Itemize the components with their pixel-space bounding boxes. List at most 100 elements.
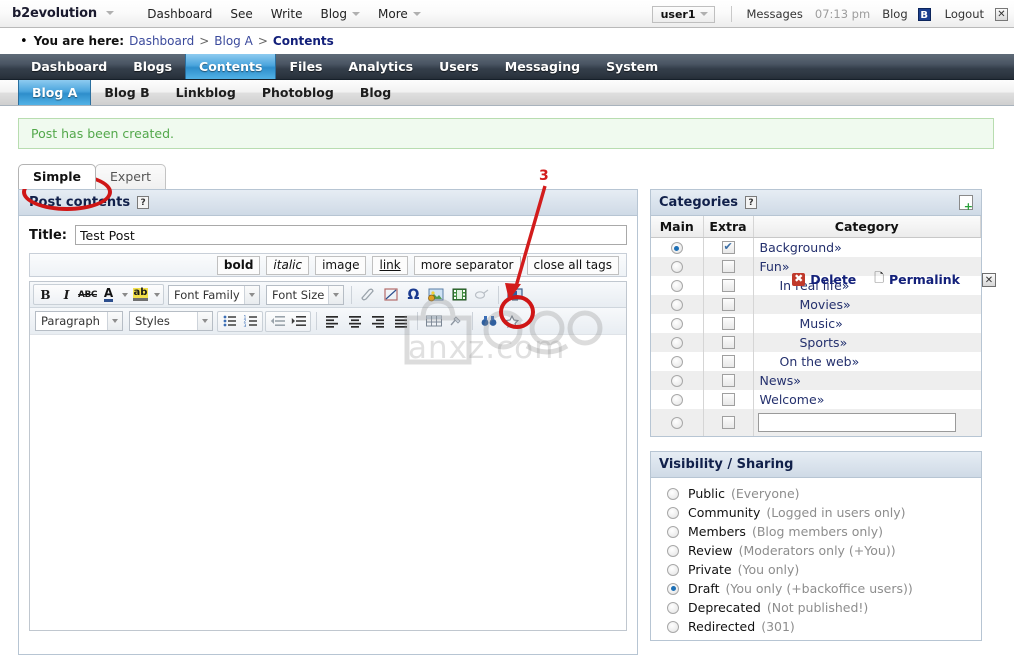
logout-link[interactable]: Logout <box>939 7 990 21</box>
visibility-option[interactable]: Public (Everyone) <box>651 484 981 503</box>
subnav-item-blog-b[interactable]: Blog B <box>91 80 162 105</box>
align-left-icon[interactable] <box>322 312 343 331</box>
b2evolution-badge-icon[interactable]: B <box>917 7 931 21</box>
tab-expert[interactable]: Expert <box>95 164 166 189</box>
remove-formatting-icon[interactable] <box>380 285 401 304</box>
visibility-option[interactable]: Review (Moderators only (+You)) <box>651 541 981 560</box>
new-category-icon[interactable] <box>959 195 973 212</box>
subnav-item-blog-a[interactable]: Blog A <box>18 80 92 105</box>
top-menu-item-see[interactable]: See <box>221 5 261 23</box>
category-expand-arrow-icon[interactable]: » <box>793 373 801 388</box>
nav-item-blogs[interactable]: Blogs <box>120 54 185 79</box>
align-justify-icon[interactable] <box>391 312 412 331</box>
subnav-item-linkblog[interactable]: Linkblog <box>163 80 249 105</box>
table-row[interactable]: Background» <box>651 237 981 257</box>
chevron-down-icon[interactable] <box>197 312 212 330</box>
visibility-radio[interactable] <box>667 620 679 633</box>
styles-select[interactable]: Styles <box>129 311 213 331</box>
quicktag-image[interactable]: image <box>315 255 367 275</box>
category-extra-checkbox[interactable] <box>721 374 735 387</box>
category-extra-checkbox[interactable] <box>721 336 735 349</box>
numbered-list-icon[interactable]: 123 <box>240 312 261 331</box>
table-row[interactable]: Welcome» <box>651 390 981 409</box>
visibility-option[interactable]: Redirected (301) <box>651 617 981 636</box>
close-x-icon[interactable]: ✕ <box>995 7 1008 21</box>
nav-item-analytics[interactable]: Analytics <box>336 54 427 79</box>
category-main-radio[interactable] <box>670 318 683 330</box>
nav-item-system[interactable]: System <box>593 54 671 79</box>
new-category-main-radio[interactable] <box>670 417 683 429</box>
category-link[interactable]: Music <box>800 316 836 331</box>
table-row[interactable]: News» <box>651 371 981 390</box>
category-extra-checkbox[interactable] <box>721 317 735 330</box>
new-category-row[interactable] <box>651 409 981 436</box>
category-expand-arrow-icon[interactable]: » <box>835 316 843 331</box>
binoculars-spellcheck-icon[interactable] <box>478 312 499 331</box>
visibility-option[interactable]: Members (Blog members only) <box>651 522 981 541</box>
strikethrough-button[interactable]: ABC <box>77 285 98 304</box>
backcolor-button[interactable]: ab <box>130 285 151 304</box>
table-row[interactable]: On the web» <box>651 352 981 371</box>
category-main-radio[interactable] <box>670 242 683 254</box>
category-main-radio[interactable] <box>670 280 683 292</box>
help-icon[interactable]: ? <box>137 196 150 209</box>
visibility-option[interactable]: Community (Logged in users only) <box>651 503 981 522</box>
messages-link[interactable]: Messages <box>740 7 808 21</box>
visibility-radio[interactable] <box>667 601 679 614</box>
category-extra-checkbox[interactable] <box>721 260 735 273</box>
category-main-radio[interactable] <box>670 337 683 349</box>
category-extra-checkbox[interactable] <box>721 393 735 406</box>
chevron-down-icon[interactable] <box>700 12 709 16</box>
brand-logo[interactable]: b2evolution <box>0 6 115 21</box>
chevron-down-icon[interactable] <box>244 285 259 304</box>
insert-nonbreaking-icon[interactable] <box>501 312 522 331</box>
top-menu-item-more[interactable]: More <box>369 5 430 23</box>
backcolor-chevron-down-icon[interactable] <box>151 285 162 304</box>
category-expand-arrow-icon[interactable]: » <box>852 354 860 369</box>
nav-item-contents[interactable]: Contents <box>185 54 277 79</box>
quicktag-link[interactable]: link <box>372 255 408 275</box>
indent-icon[interactable] <box>288 312 309 331</box>
category-main-radio[interactable] <box>670 356 683 368</box>
visibility-radio[interactable] <box>667 544 679 557</box>
blog-link[interactable]: Blog <box>876 7 913 21</box>
chevron-down-icon[interactable] <box>412 11 421 16</box>
subnav-item-blog[interactable]: Blog <box>347 80 404 105</box>
italic-button[interactable]: I <box>56 285 77 304</box>
bullet-list-icon[interactable] <box>219 312 240 331</box>
quicktag-more-separator[interactable]: more separator <box>413 255 521 275</box>
tab-simple[interactable]: Simple <box>18 164 97 189</box>
breadcrumb-item-blog-a[interactable]: Blog A <box>214 34 253 48</box>
new-category-input[interactable] <box>757 413 956 432</box>
editor-content-area[interactable] <box>30 334 626 630</box>
visibility-radio[interactable] <box>667 582 679 595</box>
visibility-option[interactable]: Draft (You only (+backoffice users)) <box>651 579 981 598</box>
insert-screen-icon[interactable] <box>504 285 525 304</box>
nav-item-users[interactable]: Users <box>426 54 492 79</box>
close-panel-icon[interactable]: ✕ <box>982 272 996 287</box>
nav-item-messaging[interactable]: Messaging <box>492 54 593 79</box>
forecolor-chevron-down-icon[interactable] <box>119 285 130 304</box>
category-link[interactable]: On the web <box>780 354 852 369</box>
category-main-radio[interactable] <box>670 394 683 406</box>
category-extra-checkbox[interactable] <box>721 279 735 292</box>
insert-image-icon[interactable] <box>426 285 447 304</box>
category-expand-arrow-icon[interactable]: » <box>817 392 825 407</box>
new-category-extra-checkbox[interactable] <box>721 416 735 429</box>
category-link[interactable]: News <box>760 373 794 388</box>
eraser-icon[interactable] <box>357 285 378 304</box>
omega-special-char-icon[interactable]: Ω <box>403 285 424 304</box>
chevron-down-icon[interactable] <box>106 11 115 15</box>
visibility-option[interactable]: Deprecated (Not published!) <box>651 598 981 617</box>
category-link[interactable]: Background <box>760 240 835 255</box>
align-center-icon[interactable] <box>345 312 366 331</box>
quicktag-close-all-tags[interactable]: close all tags <box>526 255 619 275</box>
category-link[interactable]: Sports <box>800 335 840 350</box>
chevron-down-icon[interactable] <box>107 312 122 330</box>
user-menu-button[interactable]: user1 <box>651 5 716 23</box>
insert-table-icon[interactable] <box>423 312 444 331</box>
nav-item-dashboard[interactable]: Dashboard <box>18 54 120 79</box>
font-size-select[interactable]: Font Size <box>266 284 344 305</box>
top-menu-item-dashboard[interactable]: Dashboard <box>138 5 221 23</box>
quicktag-italic[interactable]: italic <box>266 255 310 275</box>
